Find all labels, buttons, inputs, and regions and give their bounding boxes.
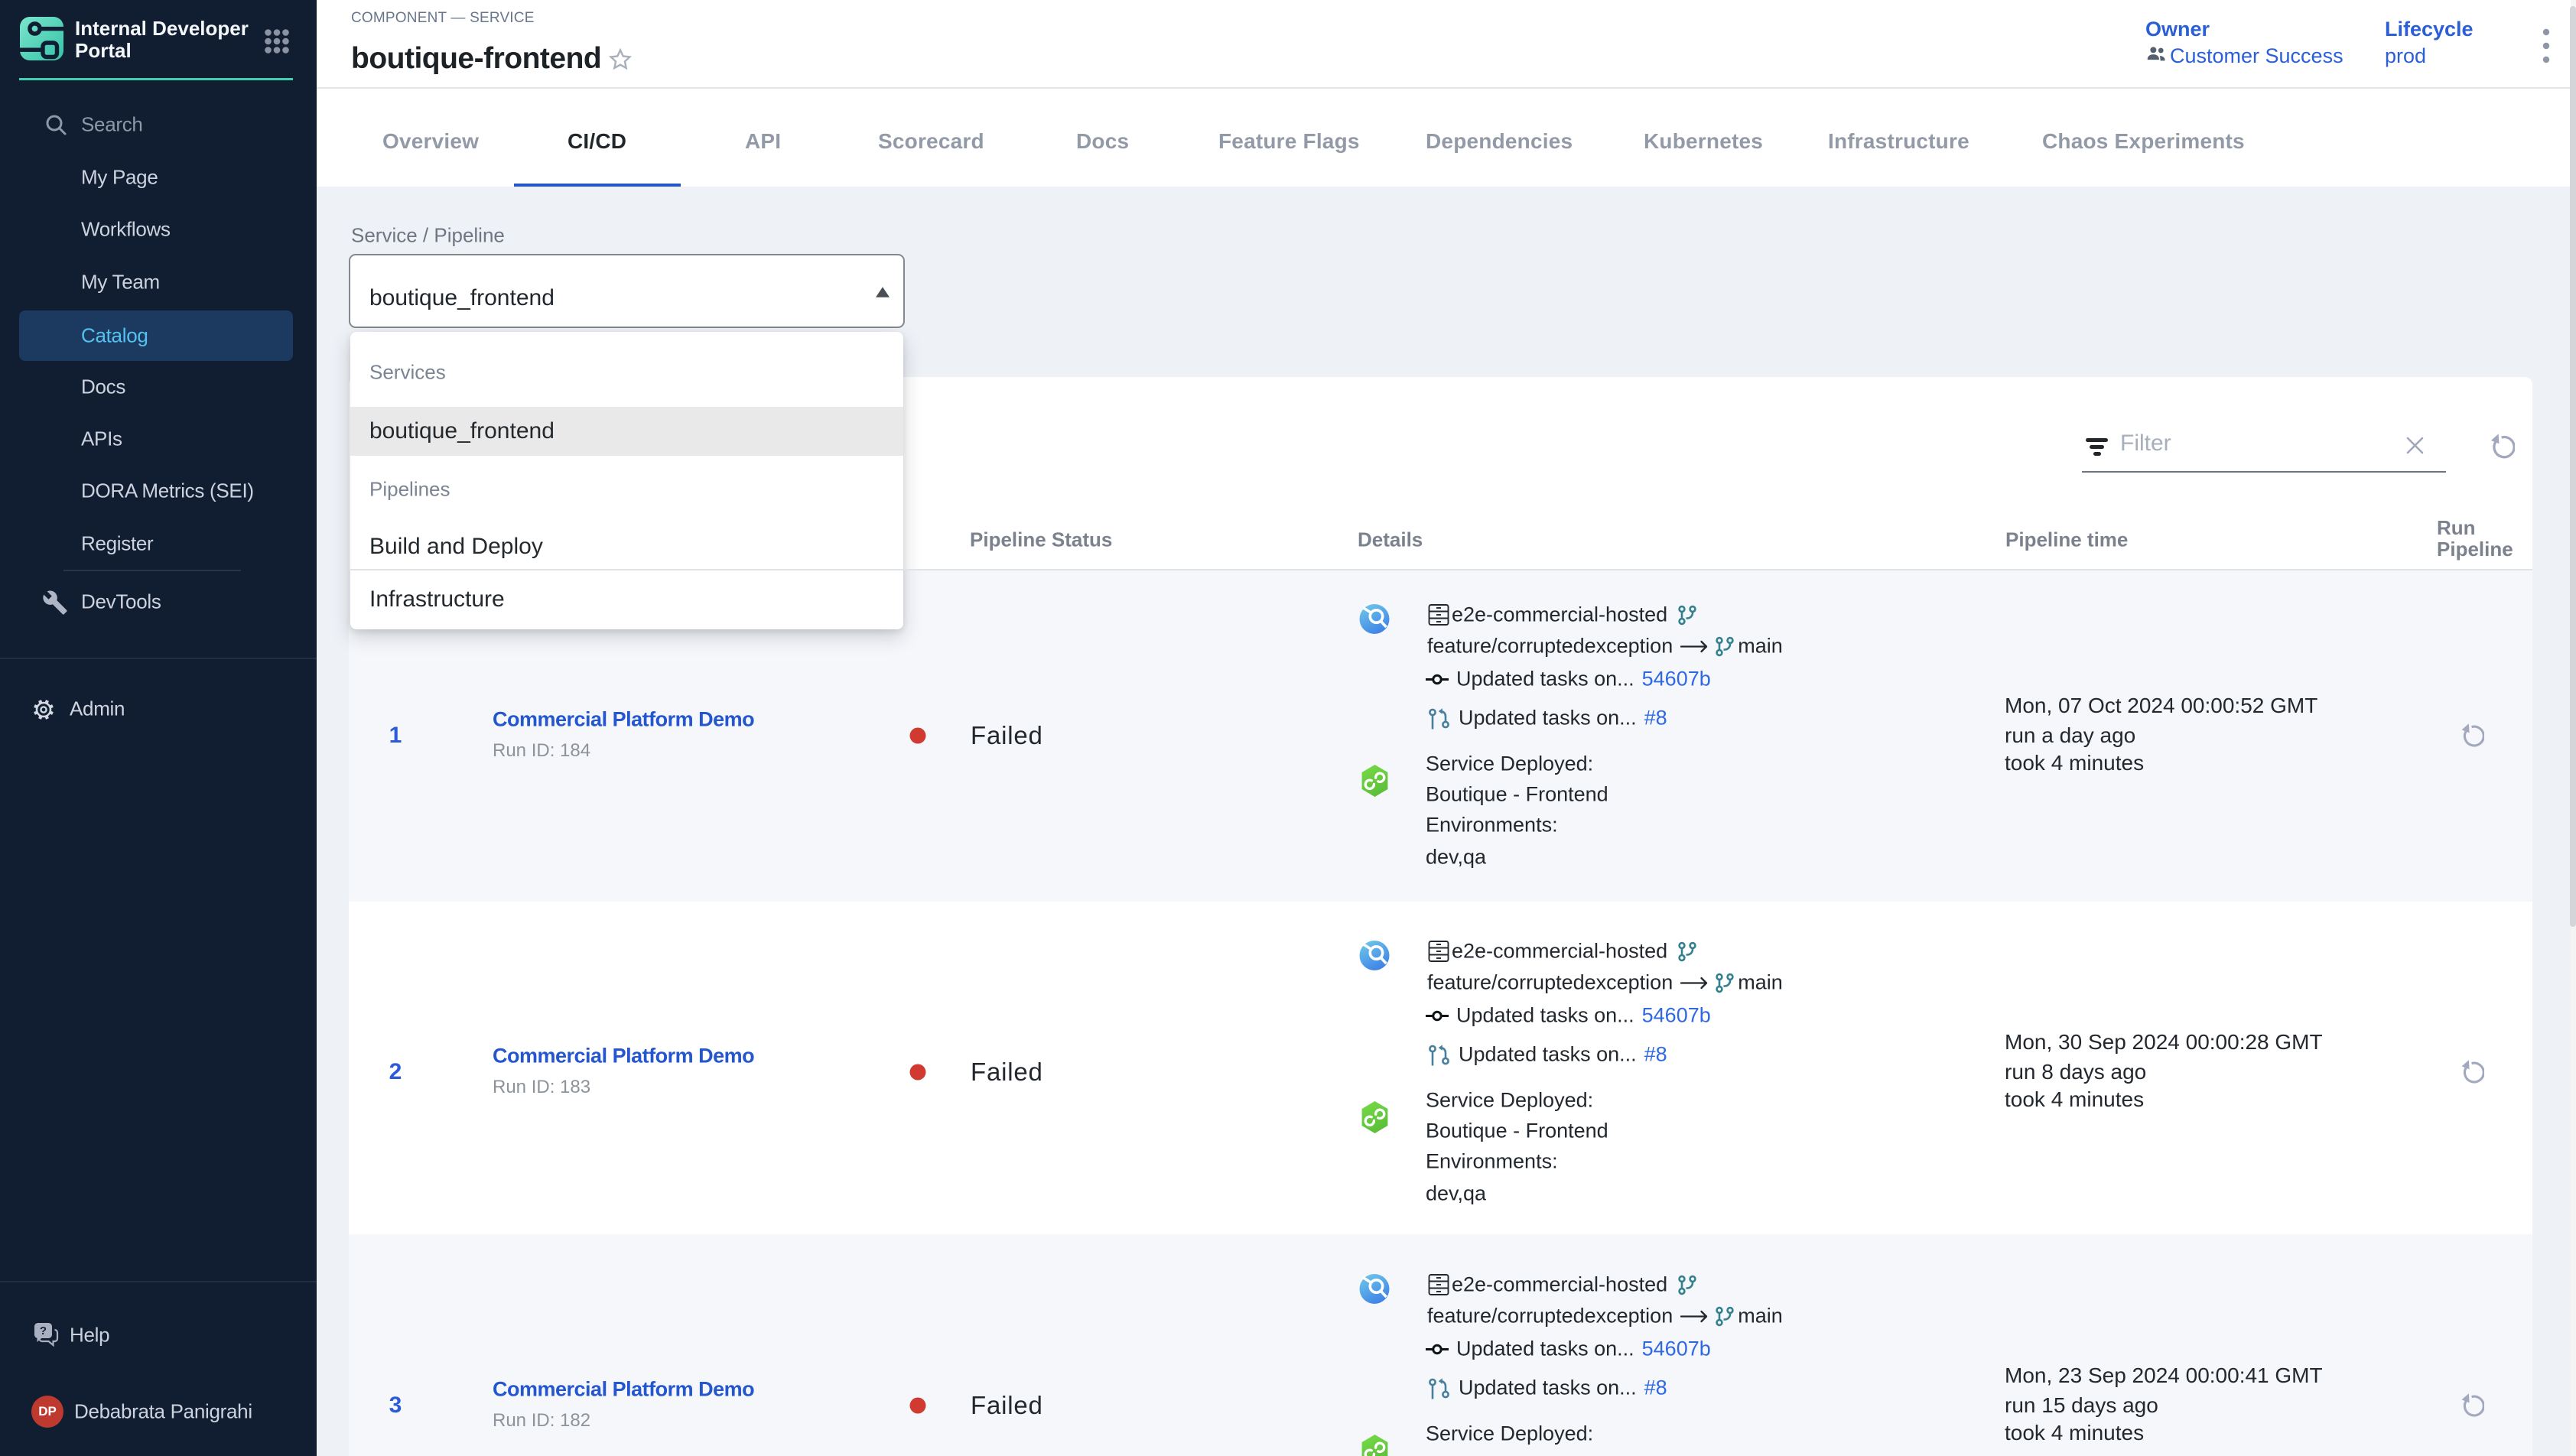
svg-text:?: ? — [40, 1324, 47, 1337]
